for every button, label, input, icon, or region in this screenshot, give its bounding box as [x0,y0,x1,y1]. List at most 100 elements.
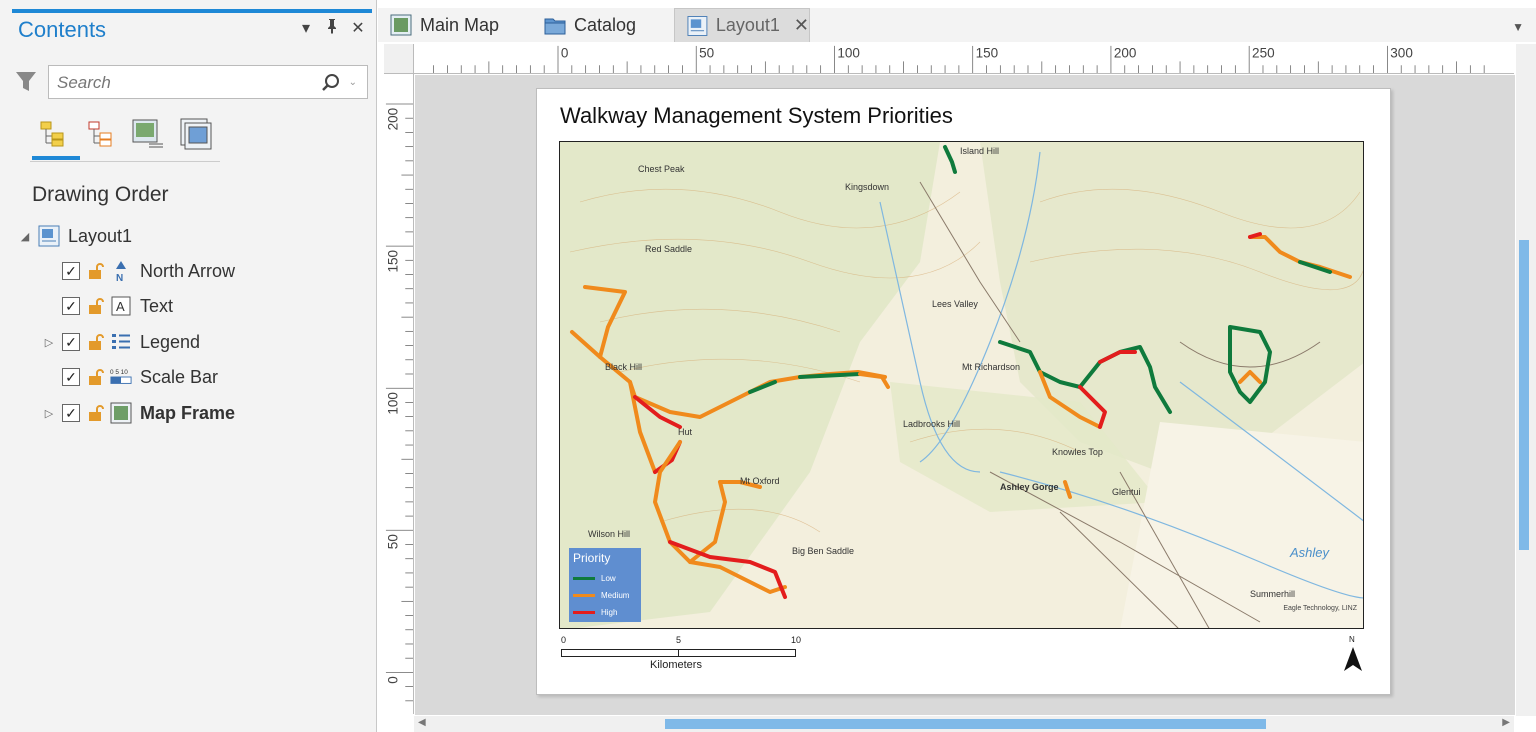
tree-item-text[interactable]: ✓ A Text [42,291,173,321]
scroll-right-arrow-icon[interactable]: ▶ [1502,717,1510,728]
pin-icon[interactable] [324,18,340,39]
catalog-icon [544,18,566,35]
map-place-label: Ashley [1289,545,1331,560]
svg-text:N: N [116,273,123,282]
map-place-label: Ladbrooks Hill [903,419,960,429]
tree-item-label: Scale Bar [140,366,219,387]
map-place-label: Chest Peak [638,164,685,174]
layout-icon [38,225,60,247]
visibility-checkbox[interactable]: ✓ [62,368,80,386]
scrollbar-thumb[interactable] [1519,240,1529,550]
lock-icon[interactable] [86,296,106,316]
layout-canvas[interactable]: Walkway Management System Priorities Isl… [415,75,1515,715]
scale-unit-label: Kilometers [650,659,702,671]
north-arrow-icon [1344,647,1362,671]
close-icon[interactable]: ✕ [350,18,366,39]
lock-icon[interactable] [86,261,106,281]
visibility-checkbox[interactable]: ✓ [62,333,80,351]
scale-bar-icon: 0 5 10 [110,366,132,388]
search-field[interactable]: ⌄ [48,65,368,99]
ruler-label: 50 [386,534,401,549]
horizontal-ruler[interactable]: 0 50 100 150 200 250 300 [414,44,1514,74]
visibility-checkbox[interactable]: ✓ [62,404,80,422]
ruler-label: 250 [1252,46,1275,61]
contents-pane: Contents ▾ ✕ ⌄ [0,0,377,732]
selection-view-icon[interactable] [80,112,120,156]
ruler-label: 100 [837,46,860,61]
map-place-label: Kingsdown [845,182,889,192]
expand-triangle-icon[interactable]: ▷ [42,336,56,349]
map-place-label: Ashley Gorge [1000,482,1059,492]
search-options-chevron-icon[interactable]: ⌄ [349,77,357,88]
ruler-label: 300 [1390,46,1413,61]
expand-triangle-icon[interactable]: ▷ [42,407,56,420]
visibility-checkbox[interactable]: ✓ [62,262,80,280]
collapse-triangle-icon[interactable]: ◢ [18,230,32,243]
legend-title: Priority [573,551,611,565]
tree-item-label: Map Frame [140,402,236,423]
scale-bar-segment [678,649,796,657]
map-frame[interactable]: Island Hill Chest Peak Kingsdown Lees Valle… [559,141,1364,629]
map-frames-view-icon[interactable] [128,112,168,156]
north-arrow[interactable]: N [1343,635,1363,675]
legend-item-label: High [601,608,618,617]
ruler-corner [384,44,414,74]
tree-item-map-frame[interactable]: ▷ ✓ Map Frame [42,398,235,428]
lock-icon[interactable] [86,367,106,387]
tab-catalog[interactable]: Catalog [532,8,652,42]
tab-label: Catalog [574,14,637,35]
layout-elements-view-icon[interactable] [176,112,216,156]
horizontal-scrollbar[interactable]: ◀ ▶ [414,716,1514,732]
close-tab-icon[interactable]: ✕ [794,15,809,36]
svg-text:0 5 10: 0 5 10 [110,369,128,376]
tab-list-chevron-icon[interactable]: ▼ [1512,20,1524,34]
scale-tick-label: 5 [676,635,682,645]
legend-item-low: Low [573,574,616,583]
map-place-label: Island Hill [960,146,999,156]
search-input[interactable] [57,72,307,94]
filter-icon[interactable] [15,70,37,94]
pane-accent-bar [12,9,372,13]
scrollbar-thumb[interactable] [665,719,1266,729]
map-legend[interactable]: Priority Low Medium High [569,548,641,622]
north-label: N [1349,635,1355,644]
document-tab-strip: Main Map Catalog Layout1 ✕ ▼ [378,8,1536,42]
legend-swatch-high [573,611,595,614]
layout-page[interactable]: Walkway Management System Priorities Isl… [536,88,1391,695]
scale-bar[interactable]: 0 5 10 Kilometers [561,635,801,675]
vertical-ruler[interactable]: 200 150 100 50 0 [384,74,414,714]
map-place-label: Mt Richardson [962,362,1020,372]
credit-text: Eagle Technology, LINZ [1283,605,1357,612]
search-icon[interactable] [321,73,341,93]
ruler-label: 150 [386,250,401,273]
scroll-left-arrow-icon[interactable]: ◀ [418,717,426,728]
map-place-label: Hut [678,427,693,437]
legend-item-high: High [573,608,617,617]
pane-menu-icon[interactable]: ▾ [298,18,314,39]
lock-icon[interactable] [86,403,106,423]
tree-item-layout1[interactable]: ◢ Layout1 [18,221,132,251]
visibility-checkbox[interactable]: ✓ [62,297,80,315]
ruler-label: 0 [561,46,569,61]
vertical-scrollbar[interactable] [1516,44,1536,716]
legend-item-label: Medium [601,591,630,600]
drawing-order-view-icon[interactable] [32,112,80,160]
legend-item-medium: Medium [573,591,629,600]
topographic-map: Island Hill Chest Peak Kingsdown Lees Valle… [560,142,1363,628]
tab-main-map[interactable]: Main Map [378,8,518,42]
scale-tick-label: 0 [561,635,567,645]
layout-title-text[interactable]: Walkway Management System Priorities [560,103,953,129]
tree-item-legend[interactable]: ▷ ✓ Legend [42,327,200,357]
svg-text:A: A [116,299,125,314]
map-place-label: Knowles Top [1052,447,1103,457]
tab-label: Main Map [420,14,500,35]
tree-item-scale-bar[interactable]: ✓ 0 5 10 Scale Bar [42,362,218,392]
text-icon: A [110,295,132,317]
map-place-label: Black Hill [605,362,642,372]
tree-item-label: Layout1 [68,225,133,246]
tab-layout1[interactable]: Layout1 ✕ [674,8,810,42]
map-place-label: Mt Oxford [740,476,780,486]
lock-icon[interactable] [86,332,106,352]
tree-item-north-arrow[interactable]: ✓ N North Arrow [42,256,235,286]
map-icon [390,14,412,36]
